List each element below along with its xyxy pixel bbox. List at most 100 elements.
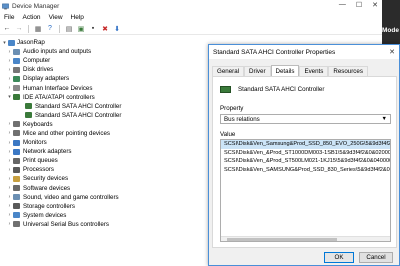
tree-item[interactable]: › Universal Serial Bus controllers (0, 220, 208, 229)
expand-arrow-icon[interactable]: › (7, 67, 12, 73)
expand-arrow-icon[interactable]: › (7, 203, 12, 209)
expand-arrow-icon[interactable]: › (7, 158, 12, 164)
device-category-icon (13, 139, 20, 146)
controller-icon (220, 86, 231, 93)
tree-item[interactable]: › Computer (0, 56, 208, 65)
value-list-item[interactable]: SCSI\Disk&Ven_&Prod_ST500LM021-1KJ15\5&9… (221, 157, 390, 166)
expand-arrow-icon[interactable]: › (7, 140, 12, 146)
update-driver-icon[interactable]: ▣ (77, 25, 85, 33)
expand-arrow-icon[interactable]: › (7, 212, 12, 218)
tree-item[interactable]: › Monitors (0, 138, 208, 147)
expand-arrow-icon[interactable]: › (7, 221, 12, 227)
tree-item[interactable]: › Keyboards (0, 120, 208, 129)
tree-item[interactable]: › Security devices (0, 174, 208, 183)
maximize-button[interactable]: ☐ (356, 1, 362, 9)
dialog-close-button[interactable]: ✕ (389, 48, 395, 56)
expand-arrow-icon[interactable]: › (7, 194, 12, 200)
tree-item-label: Disk drives (23, 66, 54, 74)
tab-driver[interactable]: Driver (244, 66, 271, 76)
tree-item-label: Mice and other pointing devices (23, 129, 111, 137)
collapse-arrow-icon[interactable]: ▾ (7, 94, 12, 100)
tree-item[interactable]: › Processors (0, 165, 208, 174)
scan-icon[interactable]: ▤ (65, 25, 73, 33)
title-bar: Device Manager — ☐ ✕ (0, 0, 382, 12)
property-dropdown[interactable]: Bus relations ▼ (220, 114, 391, 124)
device-category-icon (13, 57, 20, 64)
tree-item[interactable]: › System devices (0, 211, 208, 220)
toolbar-separator (28, 24, 29, 33)
tree-child-label: Standard SATA AHCI Controller (35, 102, 122, 110)
expand-arrow-icon[interactable]: › (7, 121, 12, 127)
minimize-button[interactable]: — (339, 1, 346, 9)
device-manager-icon (2, 3, 9, 9)
tree-item-label: Keyboards (23, 120, 53, 128)
expand-arrow-icon[interactable]: › (7, 49, 12, 55)
disable-device-icon[interactable]: ▪ (89, 25, 97, 33)
window-title: Device Manager (12, 2, 60, 10)
tab-events[interactable]: Events (299, 66, 329, 76)
computer-icon (8, 39, 15, 46)
device-category-icon (13, 185, 20, 192)
expand-arrow-icon[interactable]: › (7, 76, 12, 82)
tree-child-label: Standard SATA AHCI Controller (35, 111, 122, 119)
menu-help[interactable]: Help (71, 14, 84, 21)
download-icon[interactable]: ⬇ (113, 25, 121, 33)
value-list[interactable]: SCSI\Disk&Ven_Samsung&Prod_SSD_850_EVO_2… (220, 139, 391, 242)
help-icon[interactable]: ? (46, 25, 54, 33)
close-button[interactable]: ✕ (372, 1, 378, 9)
tab-details[interactable]: Details (270, 65, 300, 76)
tree-item[interactable]: › Human Interface Devices (0, 83, 208, 92)
tree-item-label: Monitors (23, 139, 47, 147)
device-category-icon (13, 75, 20, 82)
expand-arrow-icon[interactable]: › (7, 185, 12, 191)
forward-arrow-icon[interactable]: → (15, 25, 23, 33)
tree-item[interactable]: › Disk drives (0, 65, 208, 74)
tree-item[interactable]: › Software devices (0, 184, 208, 193)
expand-arrow-icon[interactable]: › (7, 176, 12, 182)
expand-arrow-icon[interactable]: › (7, 58, 12, 64)
dialog-title: Standard SATA AHCI Controller Properties (213, 48, 336, 56)
tree-item[interactable]: › Mice and other pointing devices (0, 129, 208, 138)
window-controls: — ☐ ✕ (339, 1, 378, 9)
expand-arrow-icon[interactable]: › (7, 85, 12, 91)
tree-item[interactable]: › Display adapters (0, 74, 208, 83)
ok-button[interactable]: OK (324, 252, 354, 263)
tree-item-label: Print queues (23, 157, 58, 165)
tree-item[interactable]: › Audio inputs and outputs (0, 47, 208, 56)
tree-item-label: IDE ATA/ATAPI controllers (23, 93, 95, 101)
tree-child-item[interactable]: Standard SATA AHCI Controller (0, 111, 208, 120)
tab-resources[interactable]: Resources (328, 66, 368, 76)
device-category-icon (13, 48, 20, 55)
menu-view[interactable]: View (49, 14, 63, 21)
properties-icon[interactable]: ▦ (34, 25, 42, 33)
property-value: Bus relations (224, 115, 260, 123)
expand-arrow-icon[interactable]: › (7, 149, 12, 155)
expand-arrow-icon[interactable]: › (7, 130, 12, 136)
scrollbar-thumb[interactable] (227, 238, 337, 241)
menu-action[interactable]: Action (22, 14, 40, 21)
expand-arrow-icon[interactable]: › (7, 167, 12, 173)
tree-item[interactable]: › Sound, video and game controllers (0, 193, 208, 202)
cancel-button[interactable]: Cancel (359, 252, 393, 263)
tab-general[interactable]: General (212, 66, 245, 76)
property-label: Property (220, 105, 244, 112)
tree-item[interactable]: ▾ IDE ATA/ATAPI controllers (0, 93, 208, 102)
tree-child-item[interactable]: Standard SATA AHCI Controller (0, 102, 208, 111)
back-arrow-icon[interactable]: ← (3, 25, 11, 33)
horizontal-scrollbar[interactable] (221, 236, 390, 241)
tree-root[interactable]: ▾ JasonRap (0, 38, 208, 47)
menu-file[interactable]: File (4, 14, 14, 21)
tree-item[interactable]: › Network adapters (0, 147, 208, 156)
device-category-icon (13, 212, 20, 219)
value-list-item[interactable]: SCSI\Disk&Ven_SAMSUNG&Prod_SSD_830_Serie… (221, 166, 390, 175)
uninstall-icon[interactable]: ✖ (101, 25, 109, 33)
tree-item[interactable]: › Storage controllers (0, 202, 208, 211)
value-list-item[interactable]: SCSI\Disk&Ven_Samsung&Prod_SSD_850_EVO_2… (221, 140, 390, 149)
tree-item[interactable]: › Print queues (0, 156, 208, 165)
tree-item-label: Processors (23, 166, 54, 174)
properties-dialog: Standard SATA AHCI Controller Properties… (208, 44, 400, 266)
collapse-arrow-icon[interactable]: ▾ (2, 40, 7, 46)
tree-item-label: Human Interface Devices (23, 84, 93, 92)
device-category-icon (13, 157, 20, 164)
value-list-item[interactable]: SCSI\Disk&Ven_&Prod_ST1000DM003-1SB1\5&9… (221, 149, 390, 158)
